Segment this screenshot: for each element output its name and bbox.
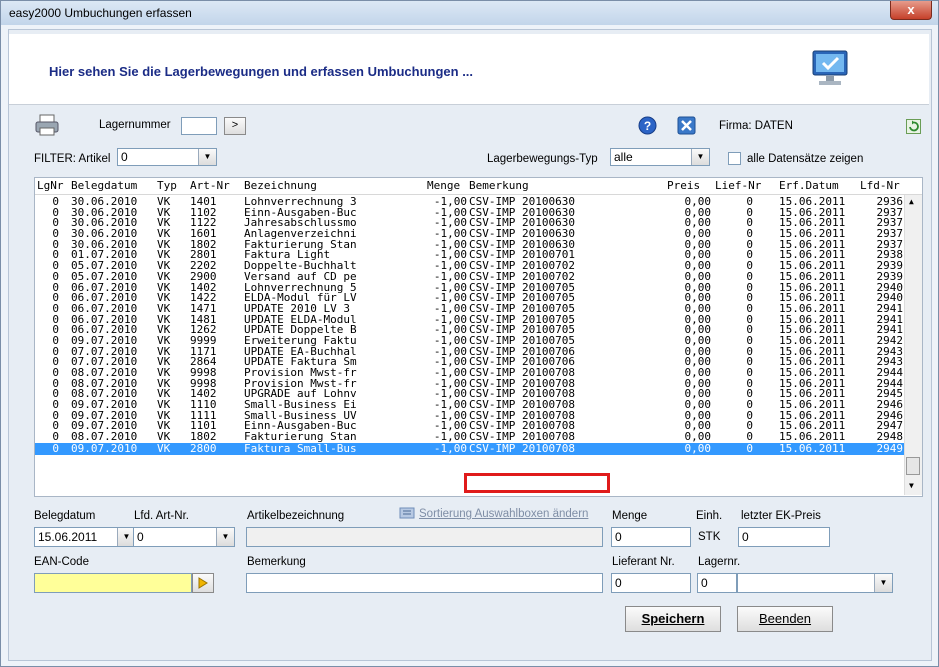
- refresh-icon[interactable]: [906, 119, 921, 134]
- typ-value: alle: [614, 150, 633, 164]
- table-header: LgNr Belegdatum Typ Art-Nr Bezeichnung M…: [35, 178, 922, 195]
- filter-artikel-value: 0: [121, 150, 128, 164]
- all-records-label: alle Datensätze zeigen: [747, 153, 864, 165]
- table-cell: CSV-IMP 20100708: [469, 441, 575, 455]
- highlight-box: [464, 473, 610, 493]
- col-belegdatum[interactable]: Belegdatum: [71, 178, 137, 194]
- table-cell: -1,00: [433, 441, 467, 455]
- lagernr-input[interactable]: 0: [697, 573, 737, 593]
- lagernr-label: Lagernr.: [698, 556, 741, 568]
- lfd-art-label: Lfd. Art-Nr.: [134, 510, 189, 522]
- scroll-up-icon[interactable]: ▲: [909, 197, 914, 206]
- col-menge[interactable]: Menge: [427, 178, 460, 194]
- belegdatum-label: Belegdatum: [34, 510, 96, 522]
- typ-select[interactable]: alle ▼: [610, 148, 710, 166]
- einh-value: STK: [698, 531, 721, 543]
- col-preis[interactable]: Preis: [667, 178, 700, 194]
- scrollbar-thumb[interactable]: [906, 457, 920, 475]
- ean-input[interactable]: [34, 573, 192, 593]
- table-cell: 0: [52, 441, 59, 455]
- typ-label: Lagerbewegungs-Typ: [487, 153, 598, 165]
- chevron-down-icon[interactable]: ▼: [198, 149, 216, 165]
- help-icon[interactable]: ?: [638, 116, 657, 135]
- bemerkung-input[interactable]: [246, 573, 603, 593]
- lieferant-input[interactable]: 0: [611, 573, 691, 593]
- col-typ[interactable]: Typ: [157, 178, 177, 194]
- chevron-down-icon[interactable]: ▼: [874, 574, 892, 592]
- header-text: Hier sehen Sie die Lagerbewegungen und e…: [49, 64, 474, 79]
- col-bemerkung[interactable]: Bemerkung: [469, 178, 529, 194]
- svg-text:?: ?: [644, 119, 651, 133]
- lagernummer-label: Lagernummer: [99, 119, 171, 131]
- close-button[interactable]: Beenden: [737, 606, 833, 632]
- col-art-nr[interactable]: Art-Nr: [190, 178, 230, 194]
- lieferant-label: Lieferant Nr.: [612, 556, 675, 568]
- filter-artikel-select[interactable]: 0 ▼: [117, 148, 217, 166]
- ean-lookup-button[interactable]: [192, 573, 214, 593]
- col-lfd-nr[interactable]: Lfd-Nr: [860, 178, 900, 194]
- table-scrollbar[interactable]: ▲ ▼: [904, 195, 922, 495]
- sort-link[interactable]: Sortierung Auswahlboxen ändern: [419, 508, 588, 520]
- artikelbez-label: Artikelbezeichnung: [247, 510, 345, 522]
- bemerkung-label: Bemerkung: [247, 556, 306, 568]
- header-panel: Hier sehen Sie die Lagerbewegungen und e…: [9, 34, 929, 105]
- table-cell: 2949: [876, 441, 904, 455]
- lagernummer-input[interactable]: [181, 117, 217, 135]
- table-cell: VK: [157, 441, 171, 455]
- title-bar: easy2000 Umbuchungen erfassen x: [1, 1, 938, 25]
- close-window-button[interactable]: x: [890, 1, 932, 20]
- table-cell: 0: [746, 441, 753, 455]
- lagernummer-go-button[interactable]: >: [224, 117, 246, 135]
- table-row[interactable]: 0 09.07.2010 VK 2800 Faktura Small-Bus -1,00 C…: [35, 441, 905, 455]
- ean-label: EAN-Code: [34, 556, 89, 568]
- lfd-art-value: 0: [137, 530, 144, 544]
- save-button[interactable]: Speichern: [625, 606, 721, 632]
- app-window: easy2000 Umbuchungen erfassen x Hier seh…: [0, 0, 939, 667]
- table-cell: 0,00: [684, 441, 712, 455]
- artikelbez-input[interactable]: [246, 527, 603, 547]
- window-title: easy2000 Umbuchungen erfassen: [9, 6, 192, 20]
- table-cell: Faktura Small-Bus: [244, 441, 357, 455]
- filter-artikel-label: FILTER: Artikel: [34, 153, 111, 165]
- firma-label: Firma: DATEN: [719, 120, 793, 132]
- einh-label: Einh.: [696, 510, 723, 522]
- all-records-checkbox[interactable]: [728, 152, 741, 165]
- belegdatum-select[interactable]: 15.06.2011 ▼: [34, 527, 136, 547]
- table-cell: 09.07.2010: [71, 441, 138, 455]
- sort-icon[interactable]: [399, 506, 415, 520]
- col-lgnr[interactable]: LgNr: [37, 178, 64, 194]
- scroll-down-icon[interactable]: ▼: [909, 481, 914, 490]
- col-lief-nr[interactable]: Lief-Nr: [715, 178, 761, 194]
- col-bezeichnung[interactable]: Bezeichnung: [244, 178, 317, 194]
- lagernr-select[interactable]: ▼: [737, 573, 893, 593]
- table-cell: 2800: [190, 441, 217, 455]
- chevron-down-icon[interactable]: ▼: [216, 528, 234, 546]
- play-icon: [198, 577, 208, 589]
- belegdatum-value: 15.06.2011: [38, 530, 98, 544]
- monitor-icon: [812, 50, 848, 85]
- chevron-down-icon[interactable]: ▼: [691, 149, 709, 165]
- lfd-art-select[interactable]: 0 ▼: [133, 527, 235, 547]
- ek-input[interactable]: 0: [738, 527, 830, 547]
- table-cell: 15.06.2011: [779, 441, 846, 455]
- ek-label: letzter EK-Preis: [741, 510, 821, 522]
- menge-label: Menge: [612, 510, 648, 522]
- menge-input[interactable]: 0: [611, 527, 691, 547]
- close-icon[interactable]: [677, 116, 696, 135]
- col-erf-datum[interactable]: Erf.Datum: [779, 178, 839, 194]
- movements-table[interactable]: LgNr Belegdatum Typ Art-Nr Bezeichnung M…: [34, 177, 923, 497]
- printer-icon[interactable]: [34, 113, 60, 137]
- table-body: 0 30.06.2010 VK 1401 Lohnverrechnung 3 -1,00 C…: [35, 196, 905, 455]
